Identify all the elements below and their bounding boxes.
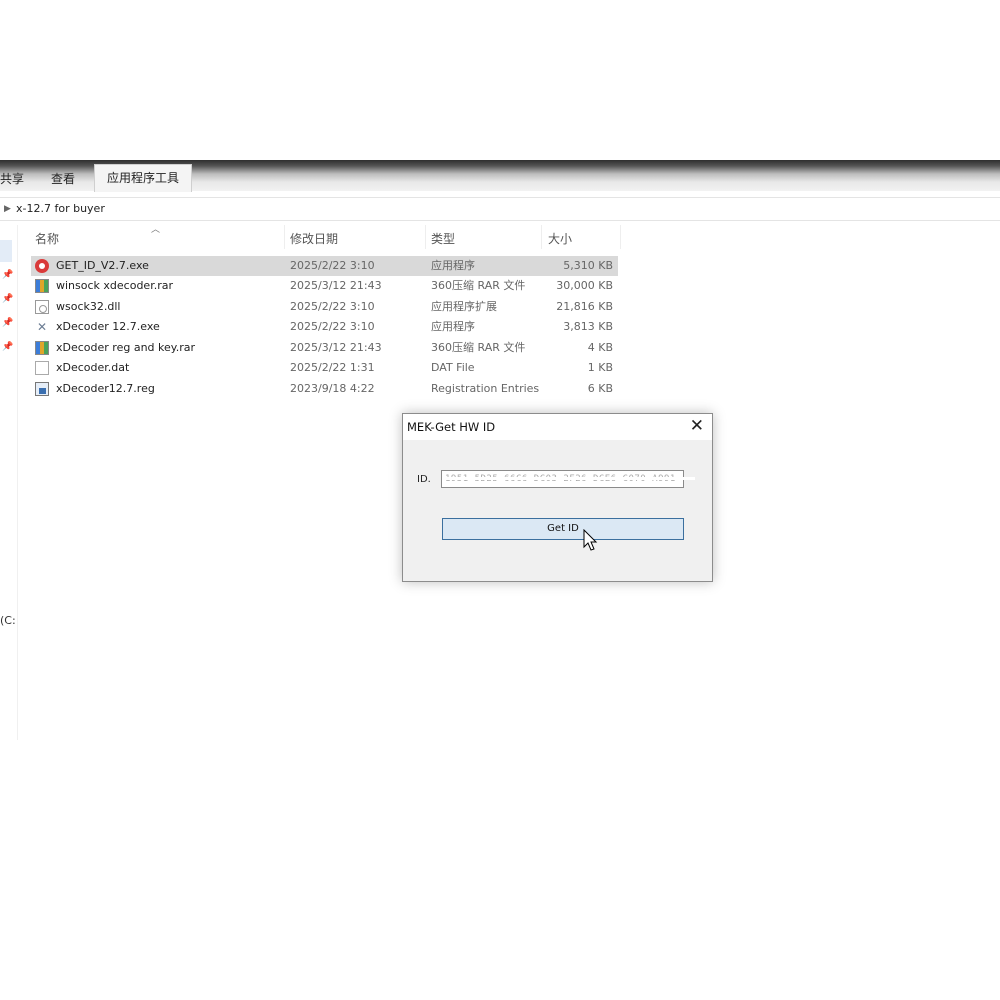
mouse-cursor-icon: [583, 529, 598, 551]
file-date: 2023/9/18 4:22: [290, 382, 375, 395]
screen-top-area: [0, 0, 1000, 160]
file-size: 30,000 KB: [556, 279, 613, 292]
address-path[interactable]: x-12.7 for buyer: [16, 198, 105, 220]
file-date: 2025/2/22 1:31: [290, 361, 375, 374]
chevron-right-icon[interactable]: ▶: [4, 198, 11, 220]
rar-archive-icon: [35, 341, 49, 355]
column-divider[interactable]: [425, 225, 426, 249]
get-hw-id-dialog: MEK-Get HW ID ✕ ID. 1951 5D25 66C6 DC03 …: [402, 413, 713, 582]
ribbon-tab-share[interactable]: 共享: [0, 170, 24, 187]
pin-icon: 📌: [2, 294, 14, 304]
column-divider[interactable]: [541, 225, 542, 249]
get-id-button[interactable]: Get ID: [442, 518, 684, 540]
column-divider[interactable]: [620, 225, 621, 249]
file-size: 21,816 KB: [556, 300, 613, 313]
file-type: DAT File: [431, 361, 475, 374]
file-size: 1 KB: [587, 361, 613, 374]
ribbon-tab-app-tools[interactable]: 应用程序工具: [94, 164, 193, 192]
file-date: 2025/2/22 3:10: [290, 259, 375, 272]
file-row[interactable]: GET_ID_V2.7.exe 2025/2/22 3:10 应用程序 5,31…: [31, 256, 618, 276]
pin-icon: 📌: [2, 318, 14, 328]
file-name: winsock xdecoder.rar: [56, 279, 173, 292]
xdecoder-app-icon: ✕: [36, 320, 48, 334]
file-size: 3,813 KB: [563, 320, 613, 333]
redaction-line: [443, 477, 695, 480]
file-row[interactable]: xDecoder reg and key.rar 2025/3/12 21:43…: [31, 338, 618, 358]
nav-drive-c[interactable]: (C:: [0, 614, 16, 627]
rar-archive-icon: [35, 279, 49, 293]
file-name: wsock32.dll: [56, 300, 121, 313]
dialog-title: MEK-Get HW ID: [407, 420, 496, 434]
pin-icon: 📌: [2, 342, 14, 352]
file-date: 2025/3/12 21:43: [290, 279, 382, 292]
file-row[interactable]: xDecoder12.7.reg 2023/9/18 4:22 Registra…: [31, 379, 618, 399]
file-size: 5,310 KB: [563, 259, 613, 272]
file-name: xDecoder 12.7.exe: [56, 320, 160, 333]
column-header-date[interactable]: 修改日期: [290, 230, 338, 247]
file-type: 应用程序扩展: [431, 300, 497, 313]
sort-ascending-icon: ︿: [151, 225, 161, 235]
column-header-size[interactable]: 大小: [548, 230, 572, 247]
dialog-title-bar[interactable]: MEK-Get HW ID ✕: [403, 414, 712, 440]
id-label: ID.: [417, 474, 431, 485]
nav-selected-item[interactable]: [0, 240, 12, 262]
file-row[interactable]: winsock xdecoder.rar 2025/3/12 21:43 360…: [31, 276, 618, 296]
column-divider[interactable]: [284, 225, 285, 249]
file-date: 2025/3/12 21:43: [290, 341, 382, 354]
file-type: 360压缩 RAR 文件: [431, 341, 526, 354]
file-name: xDecoder12.7.reg: [56, 382, 155, 395]
file-row[interactable]: xDecoder.dat 2025/2/22 1:31 DAT File 1 K…: [31, 358, 618, 378]
file-type: Registration Entries: [431, 382, 540, 395]
file-name: xDecoder reg and key.rar: [56, 341, 195, 354]
exe-app-icon: [35, 259, 49, 273]
file-date: 2025/2/22 3:10: [290, 300, 375, 313]
file-size: 6 KB: [587, 382, 613, 395]
column-header-name[interactable]: 名称: [35, 230, 59, 247]
reg-file-icon: [35, 382, 49, 396]
file-type: 应用程序: [431, 320, 475, 333]
file-name: xDecoder.dat: [56, 361, 130, 374]
file-row[interactable]: wsock32.dll 2025/2/22 3:10 应用程序扩展 21,816…: [31, 297, 618, 317]
dll-file-icon: [35, 300, 49, 314]
file-type: 360压缩 RAR 文件: [431, 279, 526, 292]
pin-icon: 📌: [2, 270, 14, 280]
ribbon-tab-view[interactable]: 查看: [51, 170, 75, 187]
column-header-type[interactable]: 类型: [431, 230, 455, 247]
file-row[interactable]: ✕ xDecoder 12.7.exe 2025/2/22 3:10 应用程序 …: [31, 317, 618, 337]
file-type: 应用程序: [431, 259, 475, 272]
address-bar[interactable]: ▶ x-12.7 for buyer: [0, 197, 1000, 221]
file-name: GET_ID_V2.7.exe: [56, 259, 149, 272]
file-size: 4 KB: [587, 341, 613, 354]
close-icon[interactable]: ✕: [690, 416, 704, 436]
file-date: 2025/2/22 3:10: [290, 320, 375, 333]
dat-file-icon: [35, 361, 49, 375]
